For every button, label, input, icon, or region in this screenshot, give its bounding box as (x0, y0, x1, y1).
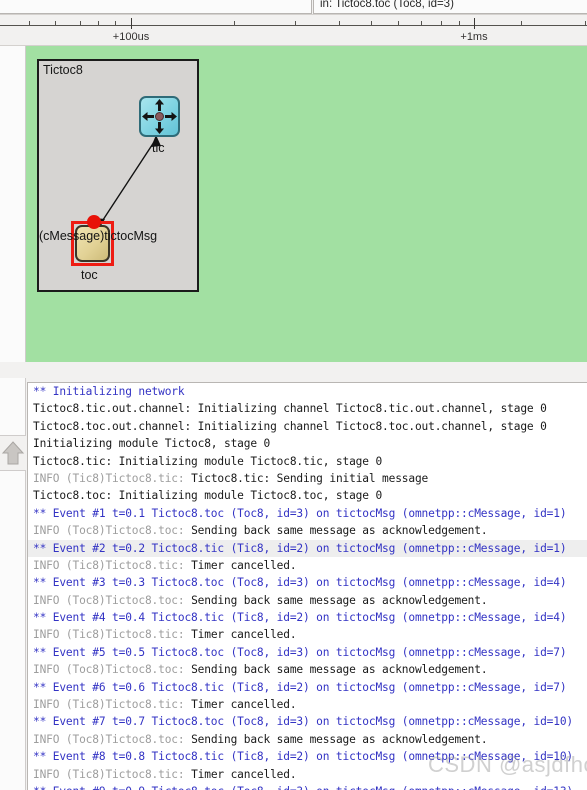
log-line[interactable]: INFO (Toc8)Tictoc8.toc: Sending back sam… (28, 731, 587, 748)
left-gutter-upper (0, 378, 26, 436)
log-line-text: Timer cancelled. (191, 767, 297, 781)
module-tic-label: tic (152, 141, 165, 155)
ruler-axis-line (0, 25, 587, 26)
log-line-text: Sending back same message as acknowledge… (191, 663, 488, 677)
log-line[interactable]: INFO (Toc8)Tictoc8.toc: Sending back sam… (28, 592, 587, 609)
ruler-tick-minor (29, 21, 30, 26)
ruler-tick-minor (234, 21, 235, 26)
log-line[interactable]: ** Event #9 t=0.9 Tictoc8.toc (Toc8, id=… (28, 783, 587, 790)
top-status-strip: in: Tictoc8.toc (Toc8, id=3) (0, 0, 587, 14)
log-line-prefix: INFO (Toc8)Tictoc8.toc: (33, 593, 192, 607)
timeline-ruler[interactable]: +100us +1ms (0, 14, 587, 46)
message-dot-icon[interactable] (87, 215, 101, 229)
ruler-tick-minor (421, 21, 422, 26)
network-canvas[interactable]: Tictoc8 tic toc (cMessage)tictocMsg (26, 46, 587, 362)
status-field-current-module: in: Tictoc8.toc (Toc8, id=3) (313, 0, 587, 14)
message-connection-arrow (95, 135, 161, 229)
log-line[interactable]: Tictoc8.toc.out.channel: Initializing ch… (28, 418, 587, 435)
log-line[interactable]: INFO (Tic8)Tictoc8.tic: Tictoc8.tic: Sen… (28, 470, 587, 487)
log-line[interactable]: ** Event #5 t=0.5 Tictoc8.toc (Toc8, id=… (28, 644, 587, 661)
omnetpp-simulation-window: in: Tictoc8.toc (Toc8, id=3) +100us +1ms … (0, 0, 587, 790)
log-line[interactable]: ** Event #4 t=0.4 Tictoc8.tic (Tic8, id=… (28, 609, 587, 626)
ruler-tick-minor (371, 21, 372, 26)
left-gutter-lower (0, 470, 26, 790)
message-label: (cMessage)tictocMsg (39, 229, 158, 243)
event-log-console[interactable]: ** Initializing network Tictoc8.tic.out.c… (27, 382, 587, 790)
log-line-text: Sending back same message as acknowledge… (191, 524, 488, 538)
status-field-left (0, 0, 312, 14)
animation-canvas-area: Tictoc8 tic toc (cMessage)tictocMsg (0, 46, 587, 424)
log-line-prefix: INFO (Toc8)Tictoc8.toc: (33, 524, 192, 538)
log-line[interactable]: ** Initializing network (28, 383, 587, 400)
module-tic[interactable] (139, 96, 180, 137)
ruler-tick-major (474, 18, 475, 29)
log-line[interactable]: Tictoc8.tic: Initializing module Tictoc8… (28, 453, 587, 470)
source-sink-arrows-icon (142, 99, 177, 134)
log-line-text: Timer cancelled. (191, 558, 297, 572)
log-line[interactable]: ** Event #2 t=0.2 Tictoc8.tic (Tic8, id=… (28, 539, 587, 557)
ruler-tick-label: +1ms (460, 31, 488, 43)
ruler-tick-minor (339, 21, 340, 26)
log-line-text: Timer cancelled. (191, 698, 297, 712)
log-line[interactable]: INFO (Tic8)Tictoc8.tic: Timer cancelled. (28, 696, 587, 713)
log-line[interactable]: Tictoc8.tic.out.channel: Initializing ch… (28, 400, 587, 417)
ruler-tick-minor (441, 21, 442, 26)
log-line[interactable]: INFO (Tic8)Tictoc8.tic: Timer cancelled. (28, 766, 587, 783)
ruler-tick-label: +100us (112, 31, 150, 43)
log-line-text: Timer cancelled. (191, 628, 297, 642)
ruler-tick-minor (295, 21, 296, 26)
ruler-tick-minor (459, 21, 460, 26)
log-line[interactable]: ** Event #6 t=0.6 Tictoc8.tic (Tic8, id=… (28, 679, 587, 696)
module-toc-label: toc (81, 268, 98, 282)
log-line-prefix: INFO (Toc8)Tictoc8.toc: (33, 732, 192, 746)
log-line[interactable]: INFO (Toc8)Tictoc8.toc: Sending back sam… (28, 522, 587, 539)
log-line[interactable]: INFO (Toc8)Tictoc8.toc: Sending back sam… (28, 661, 587, 678)
scroll-up-arrow-icon[interactable] (1, 440, 25, 466)
ruler-tick-minor (521, 21, 522, 26)
log-line[interactable]: ** Event #8 t=0.8 Tictoc8.tic (Tic8, id=… (28, 748, 587, 765)
log-line-text: Tictoc8.tic: Sending initial message (191, 471, 429, 485)
ruler-tick-minor (398, 21, 399, 26)
log-line-prefix: INFO (Tic8)Tictoc8.tic: (33, 558, 192, 572)
log-line-text: Sending back same message as acknowledge… (191, 732, 488, 746)
log-line-prefix: INFO (Tic8)Tictoc8.tic: (33, 628, 192, 642)
canvas-left-gutter (0, 46, 26, 362)
compound-module-tictoc8[interactable]: Tictoc8 tic toc (cMessage)tictocMsg (37, 59, 199, 292)
log-line-text: Sending back same message as acknowledge… (191, 593, 488, 607)
ruler-tick-minor (115, 21, 116, 26)
log-line-prefix: INFO (Tic8)Tictoc8.tic: (33, 698, 192, 712)
ruler-tick-major (131, 18, 132, 29)
log-line[interactable]: ** Event #7 t=0.7 Tictoc8.toc (Toc8, id=… (28, 713, 587, 730)
ruler-tick-minor (55, 21, 56, 26)
log-line[interactable]: INFO (Tic8)Tictoc8.tic: Timer cancelled. (28, 626, 587, 643)
log-line-prefix: INFO (Tic8)Tictoc8.tic: (33, 471, 192, 485)
ruler-tick-minor (98, 21, 99, 26)
log-line[interactable]: Tictoc8.toc: Initializing module Tictoc8… (28, 487, 587, 504)
log-line[interactable]: INFO (Tic8)Tictoc8.tic: Timer cancelled. (28, 557, 587, 574)
log-line[interactable]: Initializing module Tictoc8, stage 0 (28, 435, 587, 452)
log-line[interactable]: ** Event #3 t=0.3 Tictoc8.toc (Toc8, id=… (28, 574, 587, 591)
ruler-tick-minor (80, 21, 81, 26)
log-line-prefix: INFO (Tic8)Tictoc8.tic: (33, 767, 192, 781)
log-line[interactable]: ** Event #1 t=0.1 Tictoc8.toc (Toc8, id=… (28, 505, 587, 522)
log-line-prefix: INFO (Toc8)Tictoc8.toc: (33, 663, 192, 677)
ruler-tick-minor (585, 21, 586, 26)
